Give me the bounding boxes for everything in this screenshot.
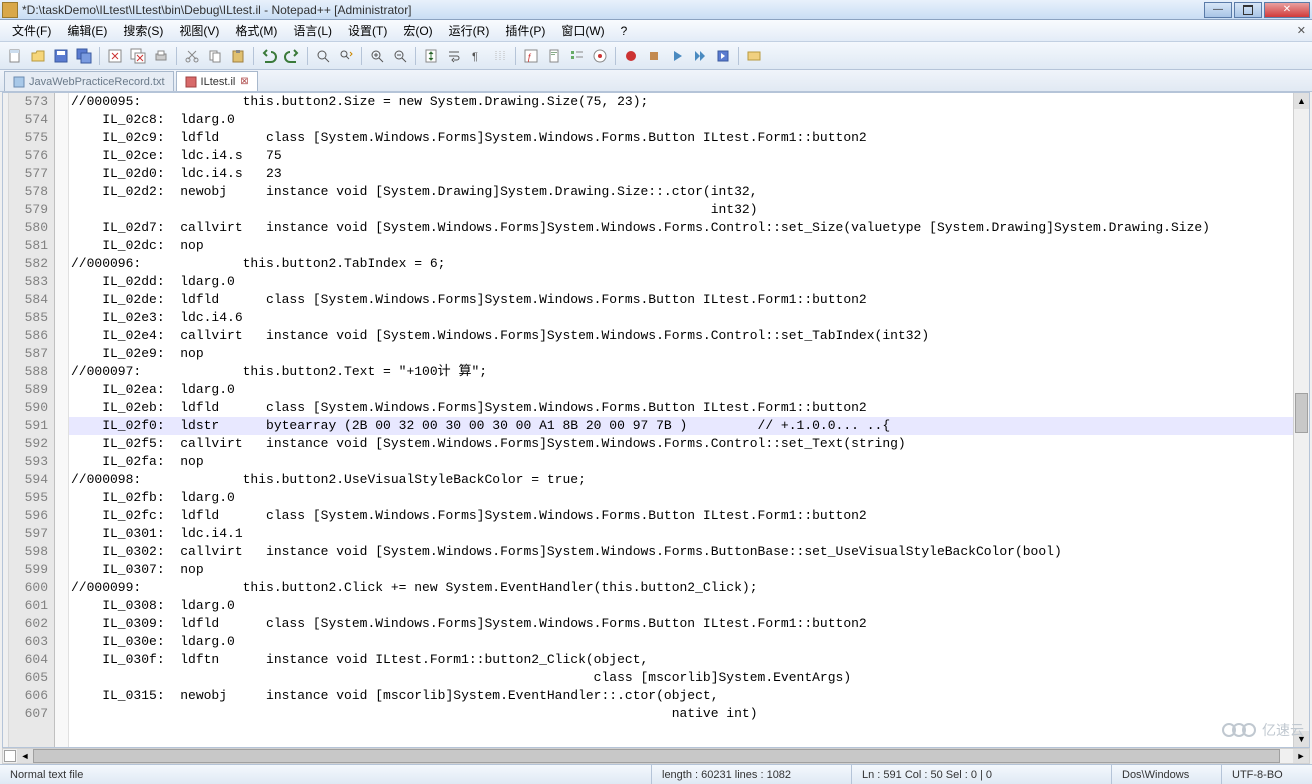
play-macro-icon[interactable] — [666, 45, 688, 67]
find-icon[interactable] — [312, 45, 334, 67]
menu-settings[interactable]: 设置(T) — [340, 20, 395, 41]
minimize-button[interactable]: — — [1204, 2, 1232, 18]
close-button[interactable]: ✕ — [1264, 2, 1310, 18]
menu-search[interactable]: 搜索(S) — [115, 20, 171, 41]
stop-macro-icon[interactable] — [643, 45, 665, 67]
user-lang-icon[interactable]: ƒ — [520, 45, 542, 67]
folder-workspace-icon[interactable] — [589, 45, 611, 67]
close-all-icon[interactable] — [127, 45, 149, 67]
code-view[interactable]: //000095: this.button2.Size = new System… — [69, 93, 1293, 747]
toolbar-separator — [515, 47, 516, 65]
new-file-icon[interactable] — [4, 45, 26, 67]
word-wrap-icon[interactable] — [443, 45, 465, 67]
paste-icon[interactable] — [227, 45, 249, 67]
menu-macro[interactable]: 宏(O) — [395, 20, 440, 41]
doc-map-icon[interactable] — [543, 45, 565, 67]
menu-language[interactable]: 语言(L) — [285, 20, 340, 41]
close-file-icon[interactable] — [104, 45, 126, 67]
zoom-out-icon[interactable] — [389, 45, 411, 67]
zoom-in-icon[interactable] — [366, 45, 388, 67]
tab-close-icon[interactable]: ⊠ — [239, 77, 249, 87]
toolbar-separator — [253, 47, 254, 65]
file-icon — [13, 76, 25, 88]
hscroll-track[interactable] — [33, 749, 1293, 763]
toolbar-separator — [738, 47, 739, 65]
app-icon — [2, 2, 18, 18]
scroll-up-icon[interactable]: ▲ — [1294, 93, 1309, 109]
editor[interactable]: 5735745755765775785795805815825835845855… — [9, 93, 1309, 747]
save-icon[interactable] — [50, 45, 72, 67]
menu-format[interactable]: 格式(M) — [227, 20, 285, 41]
sync-vscroll-icon[interactable] — [420, 45, 442, 67]
vertical-scroll-thumb[interactable] — [1295, 393, 1308, 433]
toolbar-separator — [99, 47, 100, 65]
scroll-down-icon[interactable]: ▼ — [1294, 731, 1309, 747]
undo-icon[interactable] — [258, 45, 280, 67]
toolbar-separator — [307, 47, 308, 65]
maximize-button[interactable] — [1234, 2, 1262, 18]
scroll-right-icon[interactable]: ► — [1293, 749, 1309, 763]
hscroll-corner — [4, 750, 16, 762]
toolbar-extra-icon[interactable] — [743, 45, 765, 67]
horizontal-scrollbar[interactable]: ◄ ► — [2, 748, 1310, 764]
save-all-icon[interactable] — [73, 45, 95, 67]
tab-label: ILtest.il — [201, 76, 236, 88]
menu-help[interactable]: ? — [613, 22, 636, 40]
menu-edit[interactable]: 编辑(E) — [59, 20, 115, 41]
indent-guide-icon[interactable] — [489, 45, 511, 67]
svg-text:ƒ: ƒ — [527, 52, 532, 62]
menu-plugins[interactable]: 插件(P) — [497, 20, 553, 41]
toolbar: ¶ ƒ — [0, 42, 1312, 70]
run-multi-icon[interactable] — [689, 45, 711, 67]
open-file-icon[interactable] — [27, 45, 49, 67]
toolbar-separator — [361, 47, 362, 65]
status-bar: Normal text file length : 60231 lines : … — [0, 764, 1312, 784]
tab-active[interactable]: ILtest.il ⊠ — [176, 71, 259, 91]
horizontal-scroll-thumb[interactable] — [33, 749, 1280, 763]
title-bar: *D:\taskDemo\ILtest\ILtest\bin\Debug\ILt… — [0, 0, 1312, 20]
line-number-gutter: 5735745755765775785795805815825835845855… — [9, 93, 55, 747]
menu-bar: 文件(F) 编辑(E) 搜索(S) 视图(V) 格式(M) 语言(L) 设置(T… — [0, 20, 1312, 42]
save-macro-icon[interactable] — [712, 45, 734, 67]
scroll-left-icon[interactable]: ◄ — [17, 749, 33, 763]
show-all-chars-icon[interactable]: ¶ — [466, 45, 488, 67]
menu-view[interactable]: 视图(V) — [171, 20, 227, 41]
tab-label: JavaWebPracticeRecord.txt — [29, 76, 165, 88]
mdi-close-icon[interactable]: ✕ — [1297, 24, 1306, 37]
vertical-scrollbar[interactable]: ▲ ▼ — [1293, 93, 1309, 747]
menu-run[interactable]: 运行(R) — [441, 20, 498, 41]
menu-file[interactable]: 文件(F) — [4, 20, 59, 41]
print-icon[interactable] — [150, 45, 172, 67]
replace-icon[interactable] — [335, 45, 357, 67]
editor-area: 5735745755765775785795805815825835845855… — [2, 92, 1310, 748]
copy-icon[interactable] — [204, 45, 226, 67]
function-list-icon[interactable] — [566, 45, 588, 67]
svg-text:¶: ¶ — [472, 51, 478, 63]
cut-icon[interactable] — [181, 45, 203, 67]
tab-inactive[interactable]: JavaWebPracticeRecord.txt — [4, 71, 174, 91]
redo-icon[interactable] — [281, 45, 303, 67]
toolbar-separator — [615, 47, 616, 65]
tab-bar: JavaWebPracticeRecord.txt ILtest.il ⊠ — [0, 70, 1312, 92]
toolbar-separator — [176, 47, 177, 65]
file-dirty-icon — [185, 76, 197, 88]
fold-margin[interactable] — [55, 93, 69, 747]
window-controls: — ✕ — [1204, 2, 1310, 18]
window-title: *D:\taskDemo\ILtest\ILtest\bin\Debug\ILt… — [22, 3, 1204, 17]
record-macro-icon[interactable] — [620, 45, 642, 67]
toolbar-separator — [415, 47, 416, 65]
menu-window[interactable]: 窗口(W) — [553, 20, 612, 41]
